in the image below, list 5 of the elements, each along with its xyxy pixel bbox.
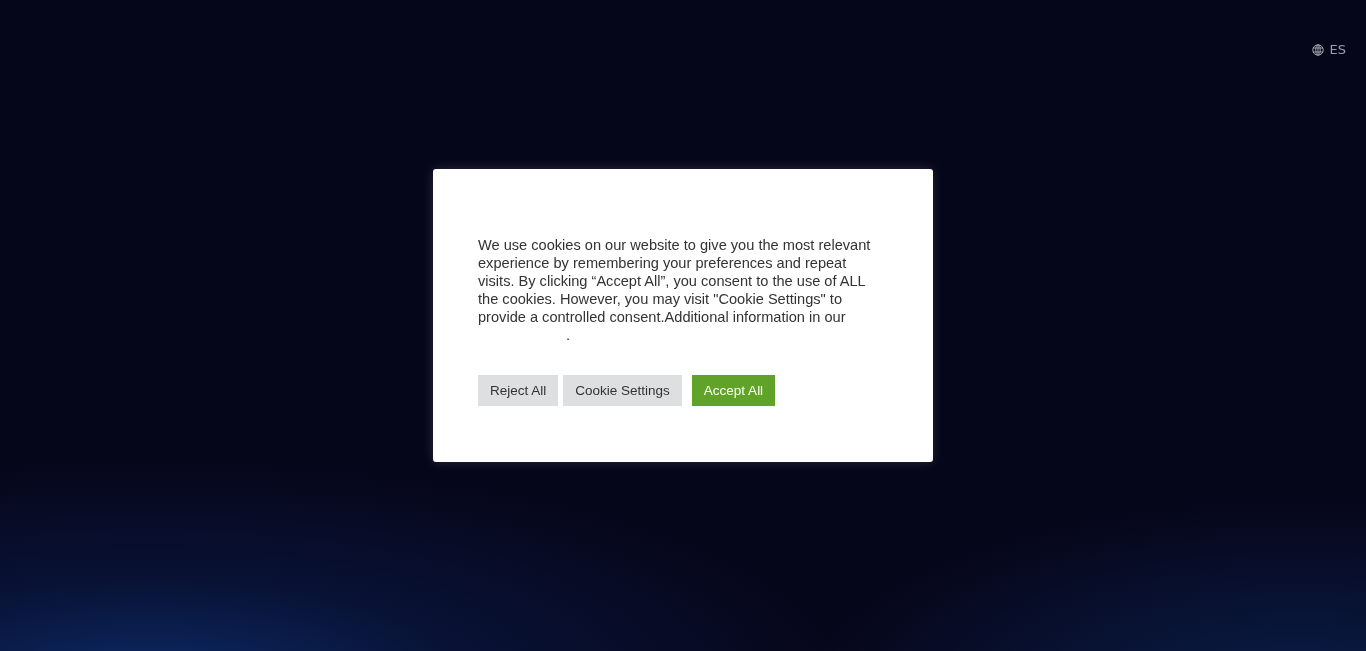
cookie-message: We use cookies on our website to give you the most relevant experience by remembering your preferences and repeat visits. By clicking “Accept All”, you consent to the use of ALL the cookies. However, you may visit "Cookie Settings" to provide a controlled consent.Additional information in our . — [478, 236, 872, 344]
cookie-button[interactable]: Cookie Settings — [563, 375, 682, 406]
globe-icon — [1311, 43, 1324, 56]
language-button[interactable]: ES — [1311, 42, 1346, 57]
cookie-button[interactable]: Reject All — [478, 375, 559, 406]
